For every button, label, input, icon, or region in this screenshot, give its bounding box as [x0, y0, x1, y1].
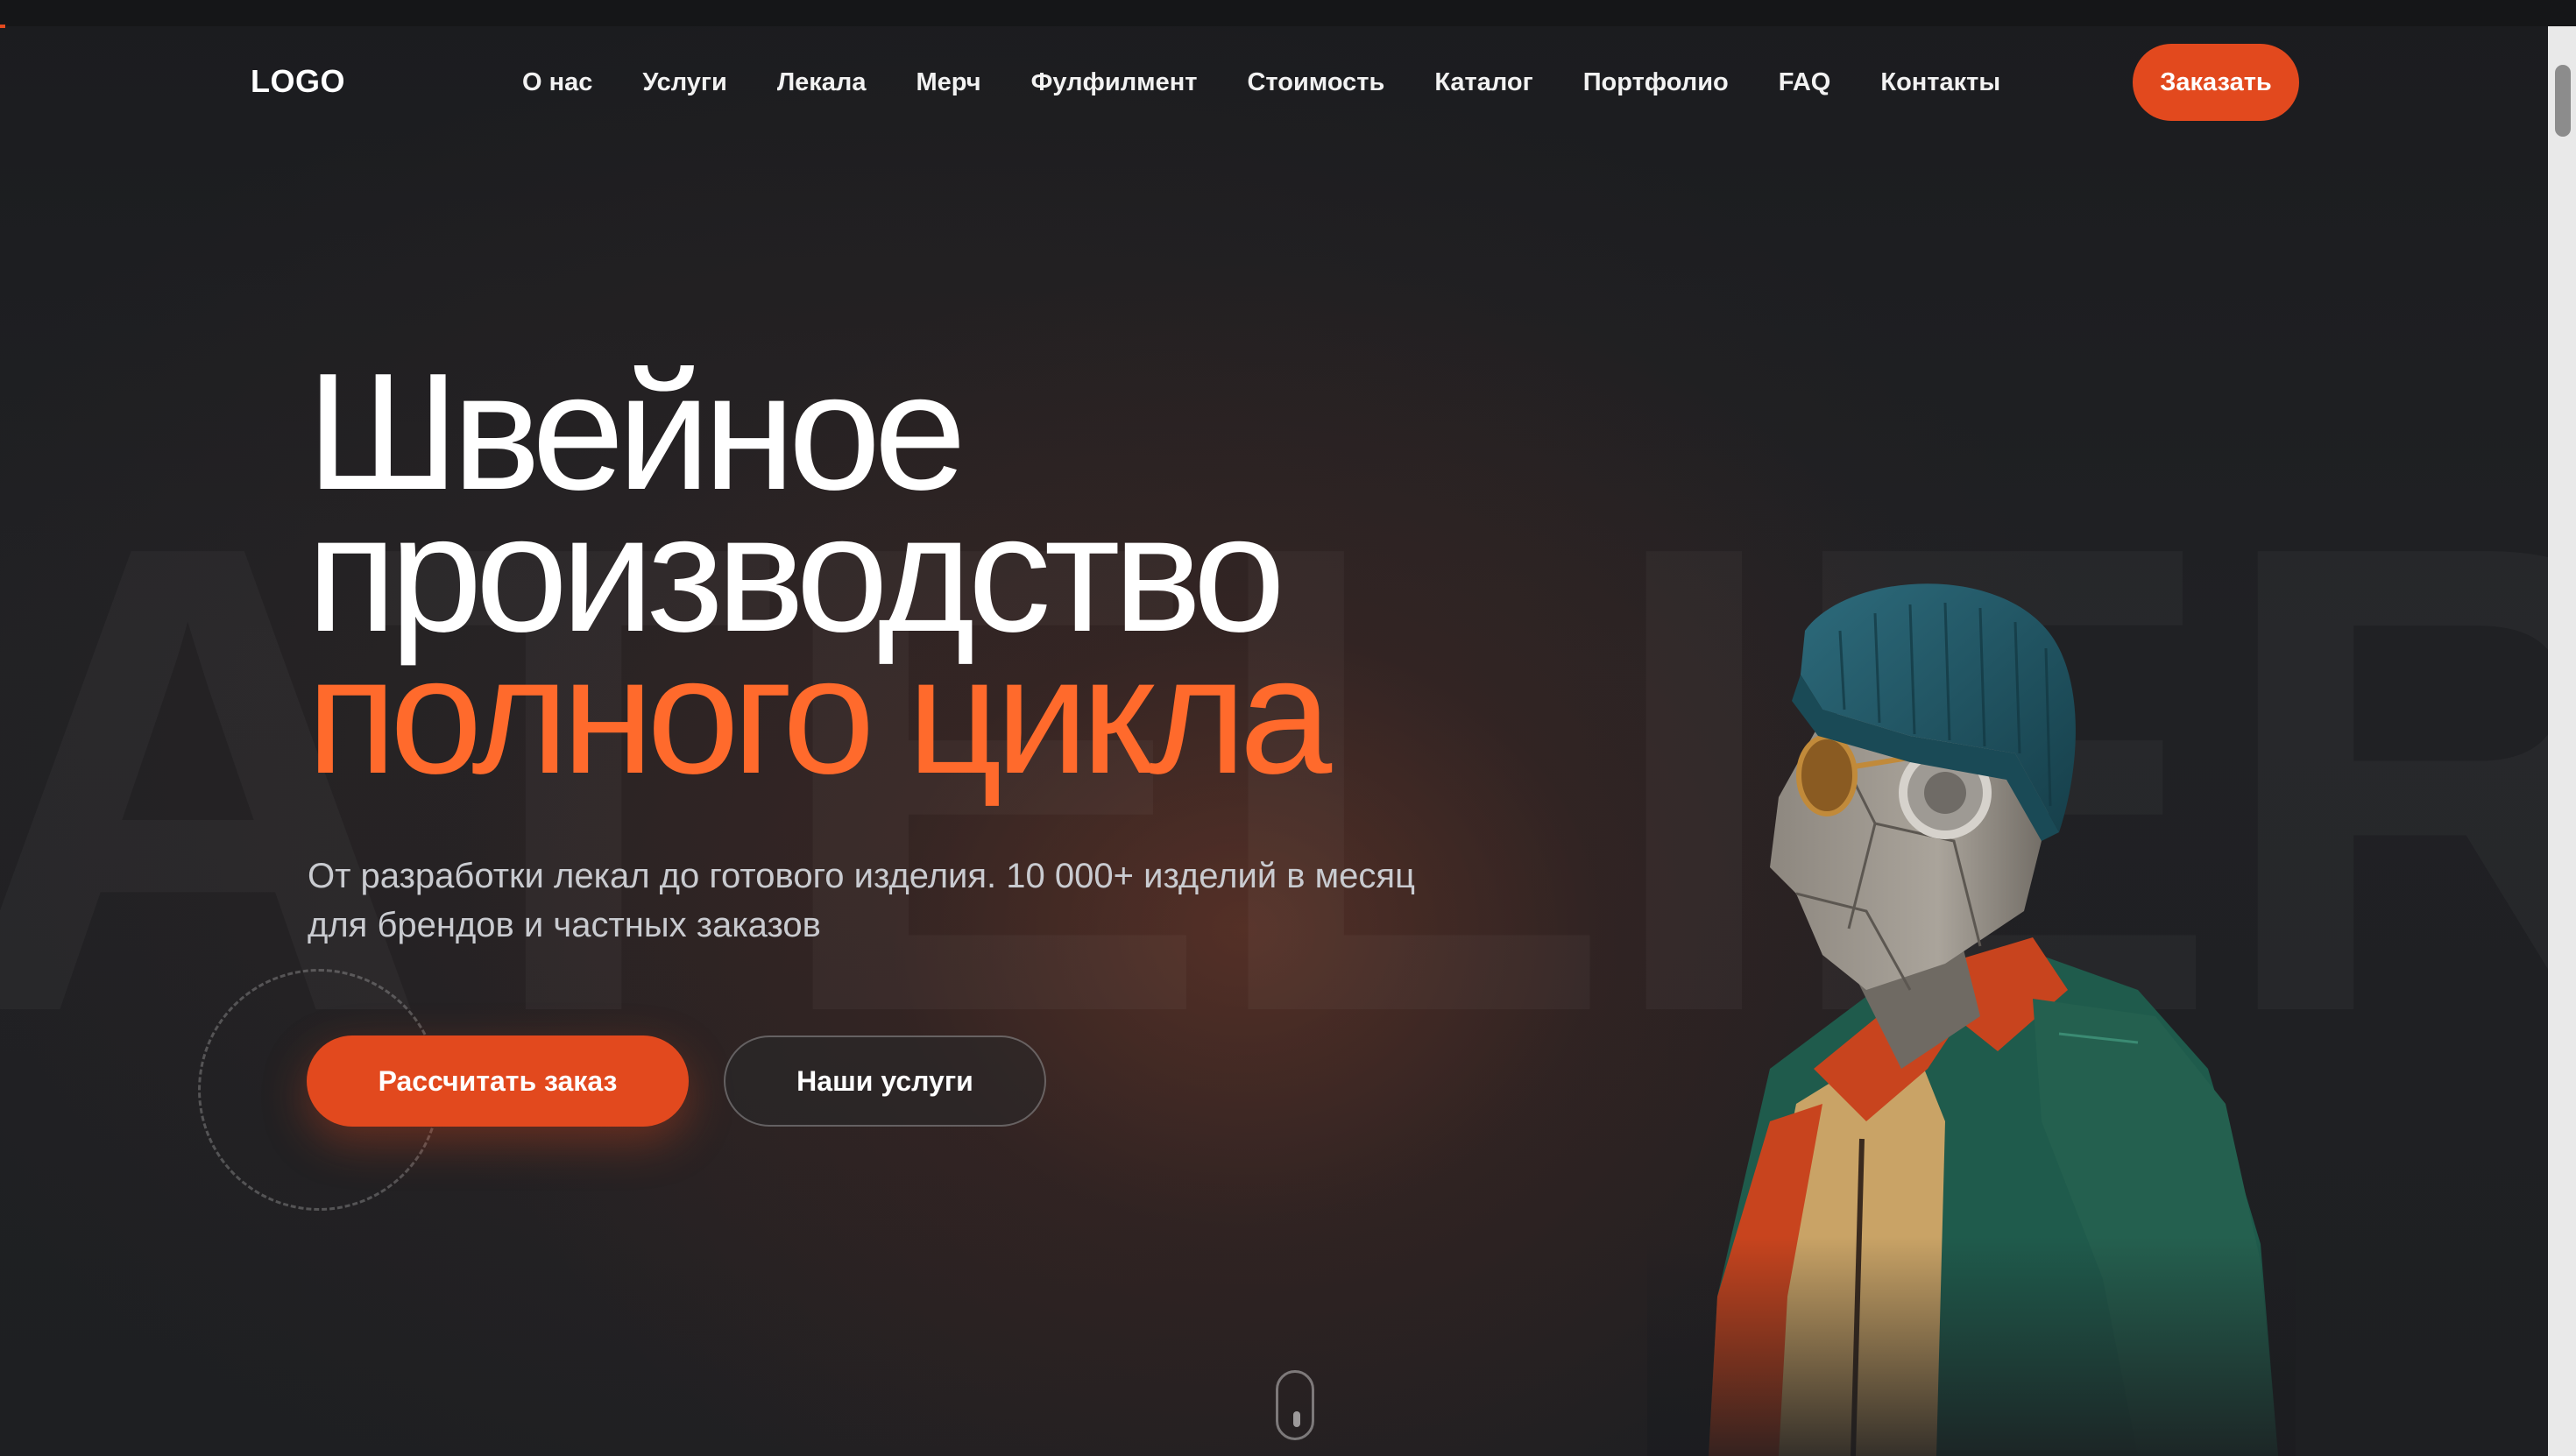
robot-in-beanie-illustration	[1647, 578, 2296, 1456]
mouse-scroll-wheel	[1293, 1411, 1300, 1427]
scrollbar-thumb[interactable]	[2555, 65, 2571, 137]
nav-item-services[interactable]: Услуги	[642, 68, 726, 97]
top-accent-mark	[0, 25, 5, 28]
calculate-order-button[interactable]: Рассчитать заказ	[307, 1035, 689, 1127]
nav-item-portfolio[interactable]: Портфолио	[1583, 68, 1729, 97]
browser-top-strip	[0, 0, 2576, 26]
page: ATELIER LOGO О нас Услуги Лекала Мерч Фу…	[0, 0, 2576, 1456]
logo[interactable]: LOGO	[251, 63, 345, 100]
mouse-scroll-icon[interactable]	[1276, 1370, 1314, 1440]
nav-item-catalog[interactable]: Каталог	[1434, 68, 1532, 97]
nav-item-contacts[interactable]: Контакты	[1880, 68, 2000, 97]
hero-title: Швейное производство полного цикла	[307, 349, 1332, 809]
page-scrollbar[interactable]	[2548, 26, 2576, 1456]
nav-item-merch[interactable]: Мерч	[916, 68, 980, 97]
hero-subtitle: От разработки лекал до готового изделия.…	[308, 852, 1552, 950]
nav-item-fulfillment[interactable]: Фулфилмент	[1031, 68, 1198, 97]
hero-subtitle-line-2: для брендов и частных заказов	[308, 906, 821, 944]
hero-title-line-3: полного цикла	[307, 623, 1332, 809]
nav-item-patterns[interactable]: Лекала	[777, 68, 867, 97]
main-nav: О нас Услуги Лекала Мерч Фулфилмент Стои…	[522, 68, 2000, 97]
nav-item-pricing[interactable]: Стоимость	[1247, 68, 1384, 97]
our-services-button[interactable]: Наши услуги	[724, 1035, 1046, 1127]
nav-item-faq[interactable]: FAQ	[1779, 68, 1831, 97]
order-button[interactable]: Заказать	[2133, 44, 2299, 121]
nav-item-about[interactable]: О нас	[522, 68, 592, 97]
hero-subtitle-line-1: От разработки лекал до готового изделия.…	[308, 857, 1415, 895]
